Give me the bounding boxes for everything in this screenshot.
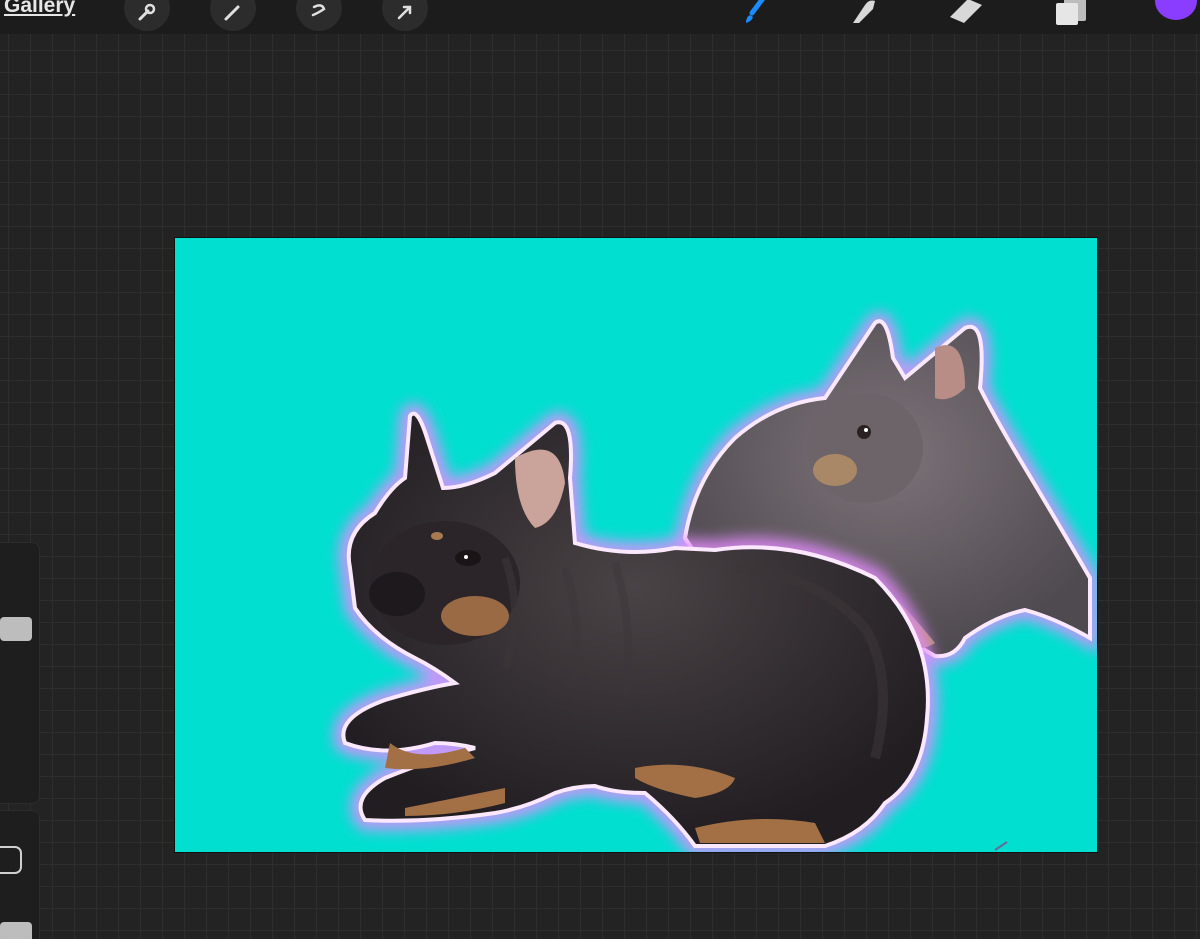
selection-icon xyxy=(308,0,330,28)
layers-button[interactable] xyxy=(1050,0,1090,32)
actions-button[interactable] xyxy=(124,0,170,31)
artwork xyxy=(333,312,1097,852)
selection-button[interactable] xyxy=(296,0,342,31)
brush-button[interactable] xyxy=(735,0,775,32)
smudge-button[interactable] xyxy=(842,0,882,32)
magic-wand-icon xyxy=(222,0,244,28)
brush-size-slider[interactable] xyxy=(0,617,32,641)
transform-arrow-icon xyxy=(394,0,416,28)
top-toolbar: Gallery xyxy=(0,0,1200,34)
layers-icon xyxy=(1050,0,1090,30)
brush-icon xyxy=(740,0,770,30)
eraser-button[interactable] xyxy=(946,0,986,32)
color-picker-button[interactable] xyxy=(1155,0,1197,20)
drawing-canvas[interactable] xyxy=(174,237,1098,853)
sidebar-panel xyxy=(0,542,40,804)
transform-button[interactable] xyxy=(382,0,428,31)
stroke-mark xyxy=(994,841,1008,851)
modify-button[interactable] xyxy=(0,846,22,874)
sidebar-lower-panel xyxy=(0,810,40,939)
opacity-slider[interactable] xyxy=(0,922,32,939)
smudge-icon xyxy=(845,0,879,30)
adjustments-button[interactable] xyxy=(210,0,256,31)
procreate-app: Gallery xyxy=(0,0,1200,939)
gallery-link[interactable]: Gallery xyxy=(4,0,75,18)
wrench-icon xyxy=(136,0,158,28)
eraser-icon xyxy=(946,0,986,30)
